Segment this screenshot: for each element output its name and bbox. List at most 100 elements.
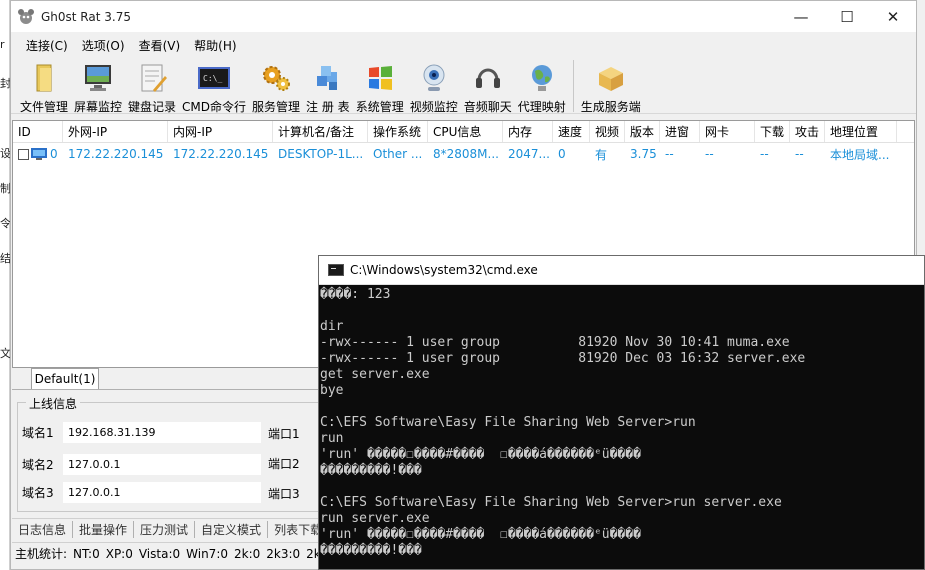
package-icon — [598, 67, 623, 91]
registry-button[interactable]: 注 册 表 — [303, 58, 353, 115]
status-win7: Win7:0 — [186, 546, 228, 561]
port-label-3: 端口3 — [268, 487, 300, 501]
cell-location: 本地局域... — [830, 147, 890, 162]
keylog-icon — [141, 64, 168, 92]
column-header[interactable]: 速度 — [553, 121, 590, 142]
port-label-2: 端口2 — [268, 457, 300, 471]
column-header[interactable]: 外网-IP — [63, 121, 168, 142]
console-line: ���������!��� — [320, 543, 422, 558]
bg-char: r — [0, 38, 5, 51]
column-header[interactable]: 攻击 — [790, 121, 825, 142]
screen-monitor-button[interactable]: 屏幕监控 — [71, 58, 125, 115]
console-line: run server.exe — [320, 511, 430, 526]
cell-lan-ip: 172.22.220.145 — [173, 147, 269, 161]
console-line: ���������!��� — [320, 463, 422, 478]
column-header[interactable]: 内存 — [503, 121, 553, 142]
console-line: dir — [320, 319, 344, 334]
domain-row-2: 域名2 127.0.0.1 — [22, 453, 262, 476]
close-button[interactable]: ✕ — [870, 1, 916, 32]
group-title: 上线信息 — [26, 395, 81, 412]
column-header[interactable]: 下载 — [755, 121, 790, 142]
tab-log[interactable]: 日志信息 — [12, 521, 74, 538]
status-nt: NT:0 — [73, 546, 100, 561]
system-manager-button[interactable]: 系统管理 — [353, 58, 407, 115]
cmd-icon: C:\_ — [198, 67, 231, 89]
video-monitor-button[interactable]: 视频监控 — [407, 58, 461, 115]
menu-view[interactable]: 查看(V) — [132, 37, 188, 54]
title-bar[interactable]: Gh0st Rat 3.75 — ☐ ✕ — [11, 1, 916, 32]
column-header[interactable]: 操作系统 — [368, 121, 428, 142]
cmd-window[interactable]: C:\Windows\system32\cmd.exe ����: 123 di… — [318, 255, 925, 570]
column-header[interactable]: 视频 — [590, 121, 625, 142]
column-header[interactable]: 版本 — [625, 121, 660, 142]
cell-memory: 2047... — [508, 147, 550, 161]
console-line: C:\EFS Software\Easy File Sharing Web Se… — [320, 495, 782, 510]
domain-label: 域名3 — [22, 486, 54, 500]
console-line: run — [320, 431, 344, 446]
console-line: 'run' �����☐����#���� ☐����á������ᵉü���� — [320, 527, 641, 542]
tab-custom-mode[interactable]: 自定义模式 — [195, 521, 269, 538]
column-header[interactable]: CPU信息 — [428, 121, 503, 142]
console-line: 'run' �����☐����#���� ☐����á������ᵉü���� — [320, 447, 641, 462]
ghost-app-icon — [18, 8, 34, 24]
column-header[interactable]: 内网-IP — [168, 121, 273, 142]
globe-icon — [531, 65, 552, 91]
keylogger-button[interactable]: 键盘记录 — [125, 58, 179, 115]
headset-icon — [475, 68, 500, 88]
tab-default-group[interactable]: Default(1) — [31, 368, 99, 389]
tool-label: 生成服务端 — [580, 100, 641, 114]
tool-label: 文件管理 — [20, 100, 69, 114]
tool-label: 屏幕监控 — [74, 100, 123, 114]
column-header[interactable]: ID — [13, 121, 63, 142]
console-output[interactable]: ����: 123 dir -rwx------ 1 user group 81… — [319, 285, 924, 559]
cmd-shell-button[interactable]: C:\_ CMD命令行 — [179, 58, 249, 115]
folder-icon — [36, 64, 52, 92]
tool-label: 键盘记录 — [128, 100, 177, 114]
menu-connect[interactable]: 连接(C) — [19, 37, 75, 54]
cell-hostname: DESKTOP-1L... — [278, 147, 364, 161]
registry-icon — [316, 66, 337, 90]
row-checkbox[interactable] — [18, 148, 29, 160]
id-cell: 0 — [13, 147, 63, 161]
audio-chat-button[interactable]: 音频聊天 — [461, 58, 515, 115]
build-server-button[interactable]: 生成服务端 — [578, 58, 644, 115]
menu-help[interactable]: 帮助(H) — [187, 37, 243, 54]
cell-nic: -- — [705, 147, 714, 161]
status-label: 主机统计: — [15, 547, 68, 561]
cmd-title-bar[interactable]: C:\Windows\system32\cmd.exe — [319, 256, 924, 285]
column-header[interactable]: 网卡 — [700, 121, 755, 142]
service-manager-button[interactable]: 服务管理 — [249, 58, 303, 115]
domain-input-2[interactable]: 127.0.0.1 — [62, 453, 262, 476]
id-value: 0 — [50, 147, 58, 161]
tool-label: 服务管理 — [252, 100, 301, 114]
column-header[interactable]: 计算机名/备注 — [273, 121, 368, 142]
cell-video: 有 — [595, 147, 608, 162]
cell-version: 3.75 — [630, 147, 657, 161]
column-header[interactable]: 进窗 — [660, 121, 700, 142]
domain-label: 域名2 — [22, 458, 54, 472]
proxy-mapping-button[interactable]: 代理映射 — [515, 58, 569, 115]
cell-attack: -- — [795, 147, 804, 161]
domain-row-1: 域名1 192.168.31.139 — [22, 421, 262, 444]
file-manager-button[interactable]: 文件管理 — [17, 58, 71, 115]
background-window-edge: r 封 设 制 令 结 文 — [0, 0, 11, 570]
tool-label: 音频聊天 — [463, 100, 512, 114]
domain-input-3[interactable]: 127.0.0.1 — [62, 481, 262, 504]
console-line: -rwx------ 1 user group 81920 Nov 30 10:… — [320, 335, 790, 350]
minimize-button[interactable]: — — [778, 1, 824, 32]
monitor-icon — [85, 65, 112, 91]
computer-icon — [31, 148, 47, 160]
cell-cpu: 8*2808M... — [433, 147, 499, 161]
domain-input-1[interactable]: 192.168.31.139 — [62, 421, 262, 444]
column-header[interactable]: 地理位置 — [825, 121, 897, 142]
maximize-button[interactable]: ☐ — [824, 1, 870, 32]
list-header: ID 外网-IP 内网-IP 计算机名/备注 操作系统 CPU信息 内存 速度 … — [13, 121, 914, 143]
console-line: ����: 123 — [320, 287, 391, 302]
cmd-window-title: C:\Windows\system32\cmd.exe — [350, 263, 538, 277]
tab-batch[interactable]: 批量操作 — [73, 521, 135, 538]
tab-stress-test[interactable]: 压力测试 — [134, 521, 196, 538]
menu-options[interactable]: 选项(O) — [75, 37, 132, 54]
host-row[interactable]: 0 172.22.220.145 172.22.220.145 DESKTOP-… — [13, 143, 914, 165]
